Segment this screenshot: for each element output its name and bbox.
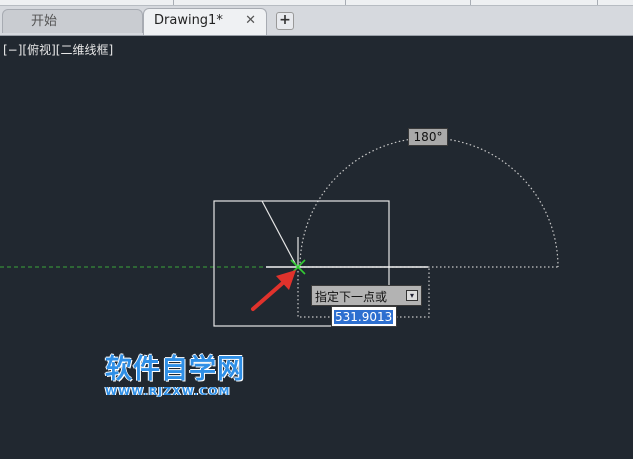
viewport-controls-label[interactable]: [−][俯视][二维线框]: [3, 41, 113, 58]
watermark-url: WWW.RJZXW.COM: [105, 385, 231, 398]
dropdown-arrow-icon[interactable]: ▾: [406, 290, 418, 301]
watermark-title: 软件自学网: [105, 354, 245, 385]
dynamic-input-prompt: 指定下一点或 ▾: [311, 285, 422, 306]
watermark-logo: 软件自学网 WWW.RJZXW.COM: [105, 354, 265, 399]
diagonal-line: [261, 200, 298, 268]
prompt-label: 指定下一点或: [315, 290, 388, 304]
angle-tooltip: 180°: [408, 128, 448, 146]
red-arrow-icon: [251, 270, 296, 311]
distance-input-field[interactable]: 531.9013: [331, 306, 397, 327]
distance-input-value: 531.9013: [334, 310, 394, 324]
drawing-canvas[interactable]: [0, 0, 633, 459]
angle-arc: [299, 137, 559, 268]
